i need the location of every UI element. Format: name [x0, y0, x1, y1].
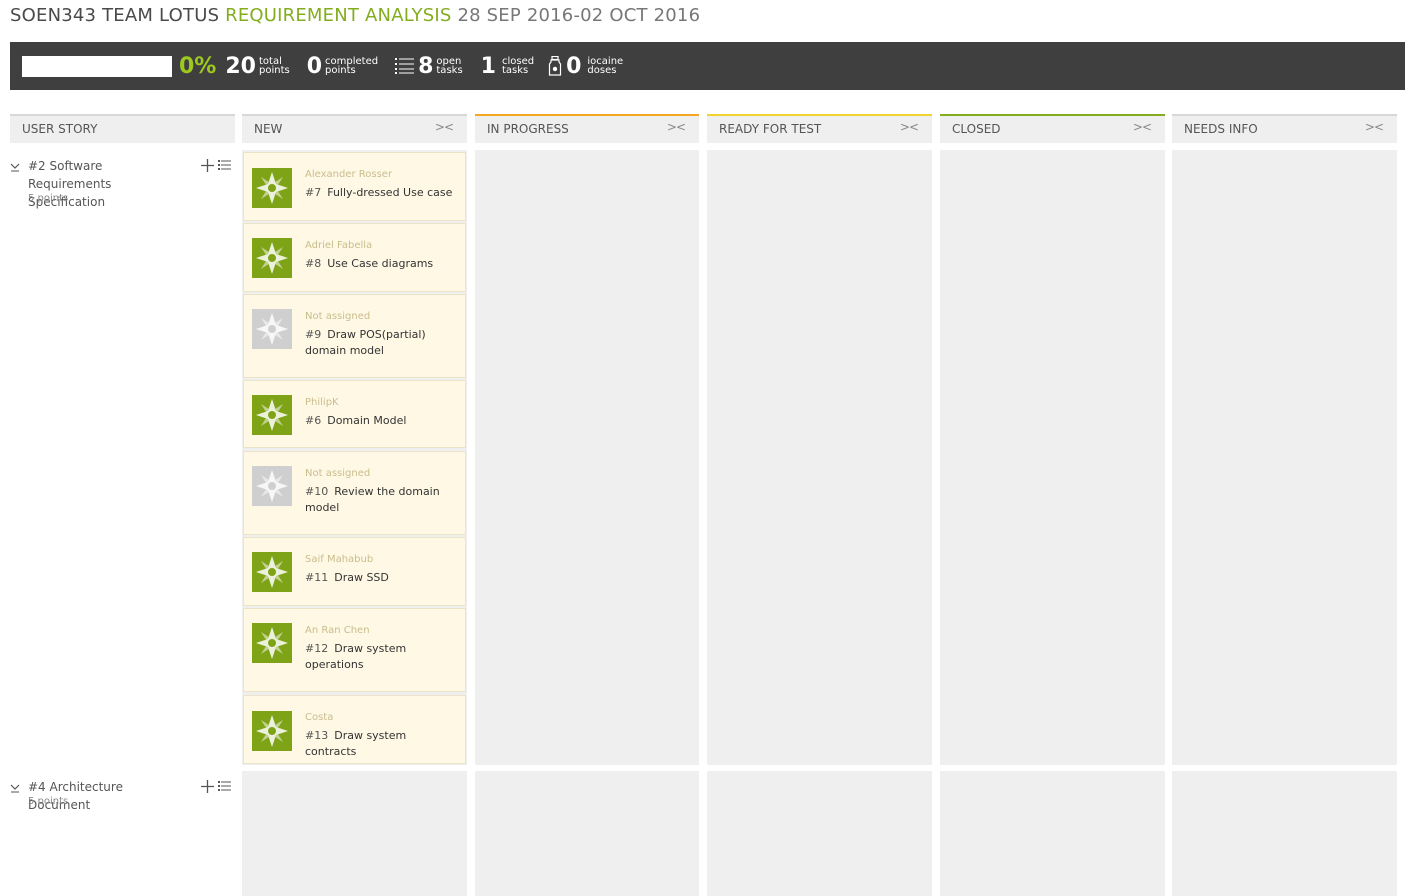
task-card[interactable]: Not assigned #9 Draw POS(partial) domain … — [243, 294, 466, 378]
task-card[interactable]: Costa #13 Draw system contracts — [243, 695, 466, 764]
lane-cell-ready-for-test[interactable] — [707, 771, 932, 896]
lane-cell-in-progress[interactable] — [475, 771, 699, 896]
task-assignee[interactable]: Saif Mahabub — [305, 554, 373, 565]
project-name[interactable]: SOEN343 TEAM LOTUS — [10, 5, 219, 26]
task-title[interactable]: Fully-dressed Use case — [327, 186, 452, 199]
task-card[interactable]: An Ran Chen #12 Draw system operations — [243, 608, 466, 692]
column-header-new: NEW >< — [242, 114, 467, 143]
column-title: CLOSED — [952, 122, 1001, 136]
column-title: USER STORY — [22, 122, 98, 136]
task-card[interactable]: Not assigned #10 Review the domain model — [243, 451, 466, 535]
task-card[interactable]: Saif Mahabub #11 Draw SSD — [243, 537, 466, 606]
avatar-icon — [252, 466, 292, 506]
column-title: IN PROGRESS — [487, 122, 569, 136]
task-assignee[interactable]: Not assigned — [305, 311, 370, 322]
task-title[interactable]: Draw POS(partial) domain model — [305, 328, 426, 357]
add-task-icon[interactable] — [201, 157, 214, 176]
page-title: SOEN343 TEAM LOTUS REQUIREMENT ANALYSIS … — [10, 5, 700, 26]
task-assignee[interactable]: Not assigned — [305, 468, 370, 479]
lane-cell-in-progress[interactable] — [475, 150, 699, 765]
task-assignee[interactable]: PhilipK — [305, 397, 339, 408]
column-header-ready-for-test: READY FOR TEST >< — [707, 114, 932, 143]
closed-tasks-value: 1 — [480, 53, 496, 79]
total-points-label-2: points — [258, 65, 290, 76]
fold-column-icon[interactable]: >< — [667, 120, 686, 134]
total-points-value: 20 — [225, 53, 256, 79]
closed-tasks-label-2: tasks — [501, 65, 529, 76]
column-title: READY FOR TEST — [719, 122, 822, 136]
task-card[interactable]: PhilipK #6 Domain Model — [243, 380, 466, 448]
completed-points-label-2: points — [325, 65, 356, 76]
completed-points-stat: 0 completed points — [307, 54, 378, 79]
task-assignee[interactable]: Adriel Fabella — [305, 240, 372, 251]
completed-points-value: 0 — [306, 53, 323, 79]
task-ref[interactable]: #11 — [305, 571, 328, 584]
column-header-user-story: USER STORY — [10, 114, 235, 143]
avatar-icon — [252, 168, 292, 208]
task-assignee[interactable]: Alexander Rosser — [305, 169, 392, 180]
fold-column-icon[interactable]: >< — [1133, 120, 1152, 134]
task-ref[interactable]: #13 — [305, 729, 328, 742]
fold-column-icon[interactable]: >< — [435, 120, 454, 134]
task-ref[interactable]: #8 — [305, 257, 321, 270]
task-ref[interactable]: #12 — [305, 642, 328, 655]
chevron-icon[interactable] — [10, 778, 20, 797]
column-title: NEEDS INFO — [1184, 122, 1258, 136]
task-title[interactable]: Use Case diagrams — [327, 257, 433, 270]
iocaine-icon — [548, 56, 562, 76]
task-ref[interactable]: #10 — [305, 485, 328, 498]
task-card[interactable]: Adriel Fabella #8 Use Case diagrams — [243, 223, 466, 292]
lane-cell-needs-info[interactable] — [1172, 771, 1397, 896]
task-ref[interactable]: #7 — [305, 186, 321, 199]
avatar-icon — [252, 711, 292, 751]
avatar-icon — [252, 623, 292, 663]
task-list-icon — [395, 57, 415, 75]
task-assignee[interactable]: Costa — [305, 712, 333, 723]
column-title: NEW — [254, 122, 283, 136]
avatar-icon — [252, 552, 292, 592]
fold-column-icon[interactable]: >< — [1365, 120, 1384, 134]
sprint-name: REQUIREMENT ANALYSIS — [225, 5, 452, 26]
column-header-needs-info: NEEDS INFO >< — [1172, 114, 1397, 143]
user-story-points: 5 points — [28, 796, 69, 807]
iocaine-label-2: doses — [587, 65, 617, 76]
add-task-icon[interactable] — [201, 778, 214, 797]
sprint-dates: 28 SEP 2016-02 OCT 2016 — [457, 5, 701, 26]
user-story-row: #4 Architecture Document 5 points — [10, 778, 235, 818]
avatar-icon — [252, 238, 292, 278]
user-story-points: 5 points — [28, 193, 69, 204]
open-tasks-stat: 8 open tasks — [395, 54, 463, 79]
closed-tasks-stat: 1 closed tasks — [481, 54, 534, 79]
task-ref[interactable]: #9 — [305, 328, 321, 341]
lane-cell-ready-for-test[interactable] — [707, 150, 932, 765]
fold-column-icon[interactable]: >< — [900, 120, 919, 134]
iocaine-value: 0 — [566, 53, 582, 79]
sprint-stats-bar: 0% 20 total points 0 completed points 8 op… — [10, 42, 1405, 90]
avatar-icon — [252, 309, 292, 349]
task-assignee[interactable]: An Ran Chen — [305, 625, 370, 636]
open-tasks-value: 8 — [418, 53, 434, 79]
open-tasks-label-2: tasks — [436, 65, 463, 76]
lane-cell-closed[interactable] — [940, 150, 1165, 765]
lane-cell-closed[interactable] — [940, 771, 1165, 896]
lane-cell-needs-info[interactable] — [1172, 150, 1397, 765]
task-ref[interactable]: #6 — [305, 414, 321, 427]
bulk-insert-icon[interactable] — [218, 157, 231, 176]
total-points-stat: 20 total points — [225, 54, 289, 79]
bulk-insert-icon[interactable] — [218, 778, 231, 797]
iocaine-stat: 0 iocaine doses — [548, 54, 623, 79]
progress-percent: 0% — [179, 53, 217, 79]
task-title[interactable]: Domain Model — [327, 414, 406, 427]
column-header-in-progress: IN PROGRESS >< — [475, 114, 699, 143]
avatar-icon — [252, 395, 292, 435]
chevron-icon[interactable] — [10, 157, 20, 176]
task-card[interactable]: Alexander Rosser #7 Fully-dressed Use cas… — [243, 152, 466, 221]
lane-cell-new[interactable] — [242, 771, 467, 896]
progress-bar — [22, 55, 172, 77]
column-header-closed: CLOSED >< — [940, 114, 1165, 143]
task-title[interactable]: Draw SSD — [334, 571, 389, 584]
user-story-row: #2 Software Requirements Specification 5… — [10, 157, 235, 209]
